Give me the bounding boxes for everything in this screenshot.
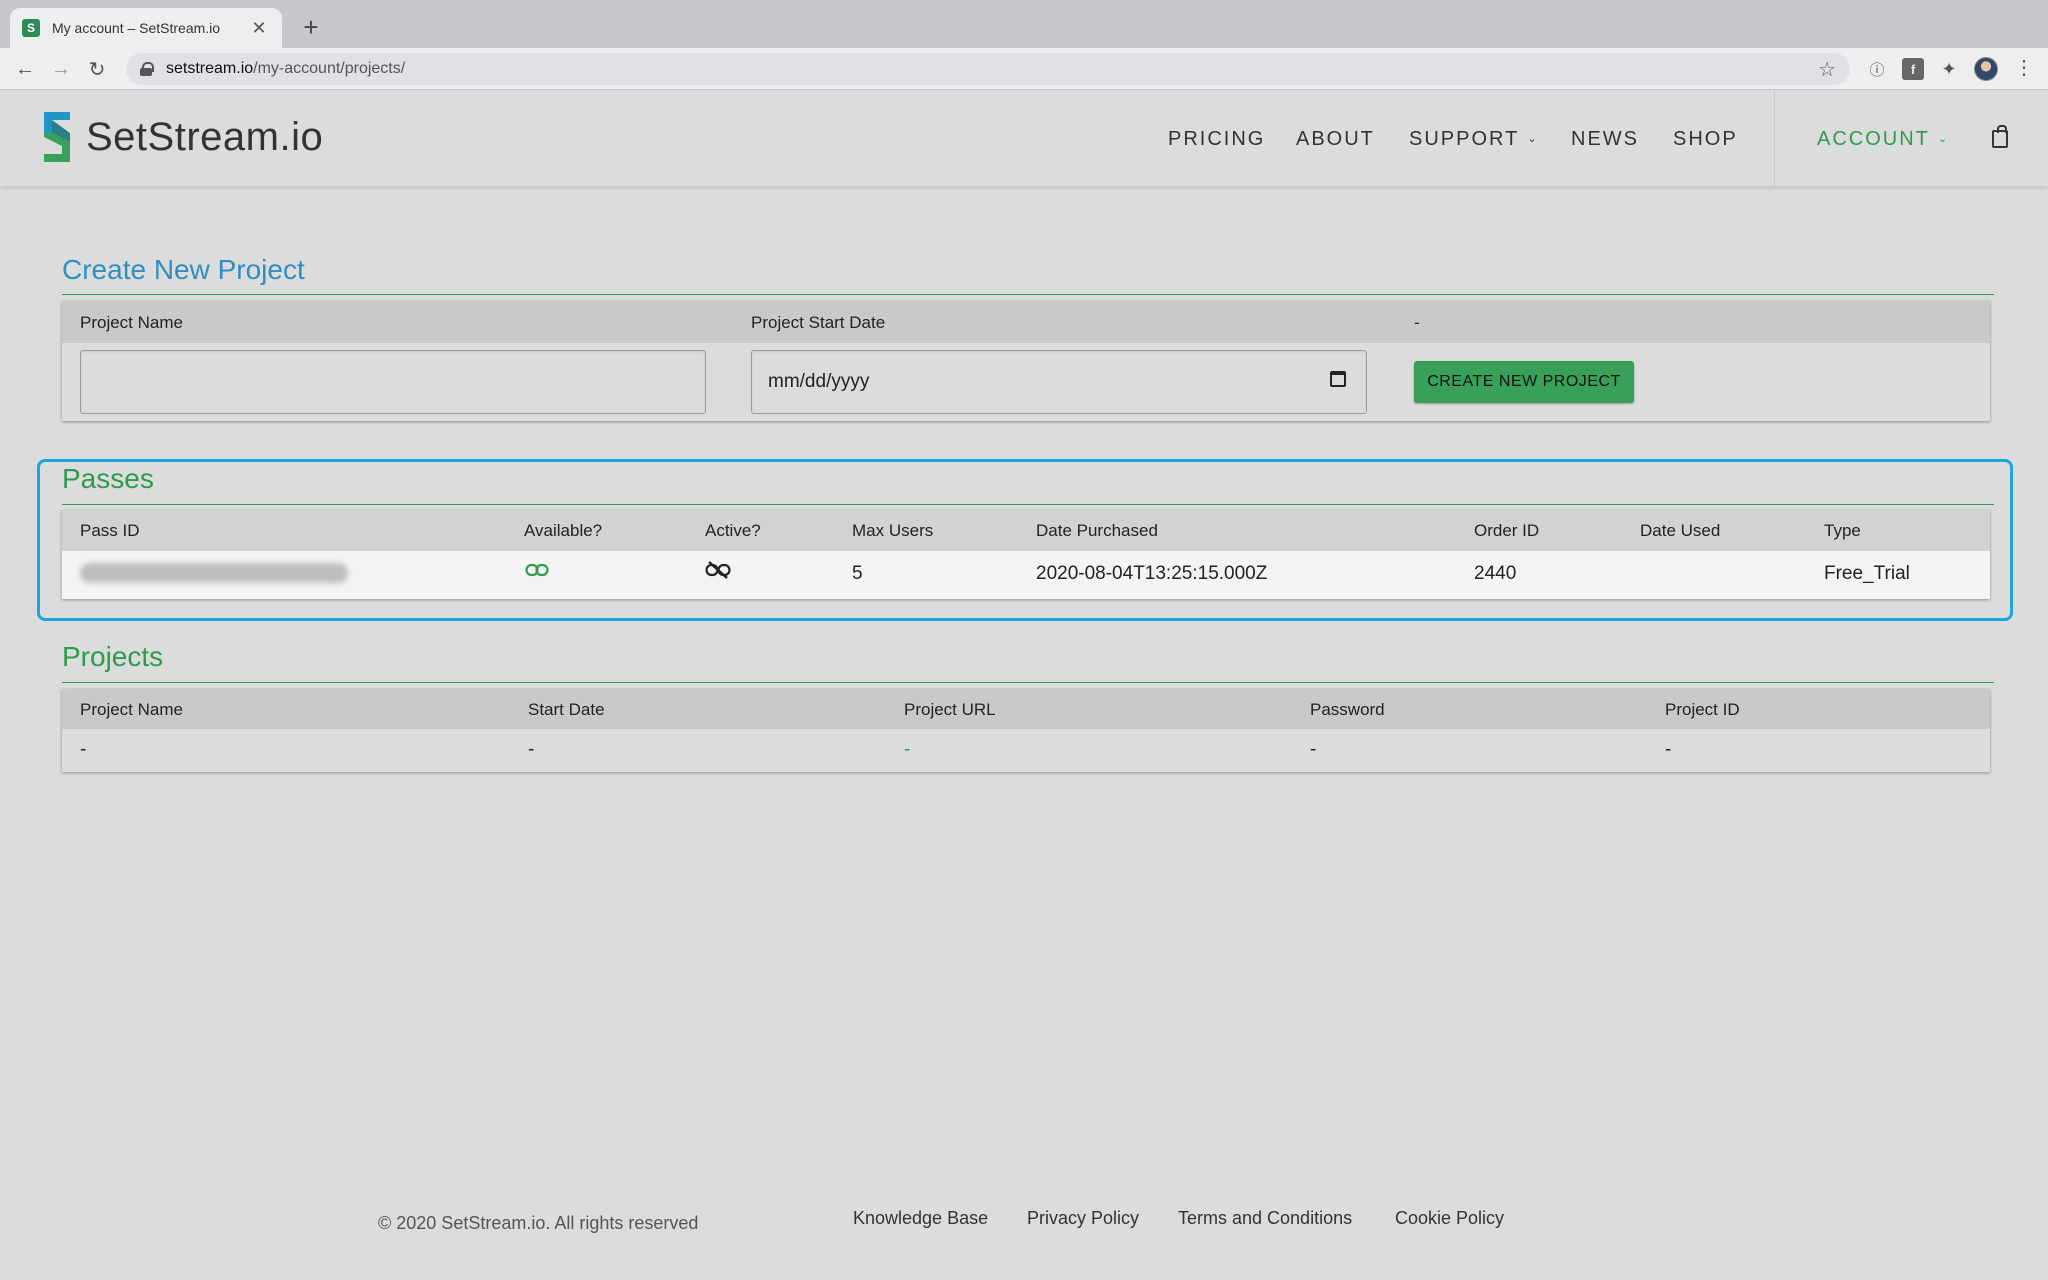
project-url-link[interactable]: -	[904, 739, 910, 761]
col-date-purchased: Date Purchased	[1036, 521, 1158, 540]
logo-text: SetStream.io	[86, 114, 324, 159]
passes-title: Passes	[62, 463, 154, 494]
col-project-start-date: Project Start Date	[751, 313, 886, 332]
url-host: setstream.io	[166, 60, 254, 77]
col-type: Type	[1824, 521, 1861, 540]
password-value: -	[1310, 739, 1317, 760]
chevron-down-icon: ⌄	[1527, 133, 1539, 145]
project-name-input[interactable]	[80, 350, 706, 414]
create-new-project-button[interactable]: CREATE NEW PROJECT	[1414, 361, 1634, 403]
col-active: Active?	[705, 521, 761, 540]
new-tab-icon[interactable]: +	[296, 12, 326, 42]
browser-toolbar: ← → ↻ setstream.io/my-account/projects/ …	[0, 48, 2048, 90]
passes-rule	[62, 504, 1994, 505]
calendar-icon[interactable]	[1330, 371, 1346, 387]
link-icon[interactable]	[525, 563, 549, 577]
chevron-down-icon: ⌄	[1937, 133, 1950, 145]
site-logo[interactable]: SetStream.io	[34, 108, 323, 166]
col-project-id: Project ID	[1665, 700, 1740, 719]
nav-account[interactable]: ACCOUNT ⌄	[1817, 128, 1949, 151]
tab-title: My account – SetStream.io	[52, 20, 221, 36]
nav-support-label: SUPPORT	[1409, 128, 1520, 150]
close-tab-icon[interactable]: ✕	[248, 18, 270, 39]
col-project-name: Project Name	[80, 700, 183, 719]
col-project-name: Project Name	[80, 313, 183, 332]
url-path: /my-account/projects/	[253, 60, 406, 77]
address-bar[interactable]: setstream.io/my-account/projects/ ☆	[126, 53, 1850, 85]
order-id-value: 2440	[1474, 563, 1517, 584]
reload-icon[interactable]: ↻	[82, 54, 112, 84]
nav-support[interactable]: SUPPORT ⌄	[1409, 128, 1539, 151]
nav-shop[interactable]: SHOP	[1673, 128, 1738, 151]
forward-icon[interactable]: →	[46, 54, 76, 84]
type-value: Free_Trial	[1824, 563, 1910, 584]
project-id-value: -	[1665, 739, 1672, 760]
projects-table: Project Name Start Date Project URL Pass…	[62, 689, 1990, 772]
project-start-date-input[interactable]: mm/dd/yyyy	[751, 350, 1367, 414]
start-date-value: -	[528, 739, 535, 760]
col-date-used: Date Used	[1640, 521, 1721, 540]
col-start-date: Start Date	[528, 700, 605, 719]
projects-header-row: Project Name Start Date Project URL Pass…	[62, 689, 1990, 729]
extension-info-icon[interactable]: ⓘ	[1866, 58, 1888, 80]
back-icon[interactable]: ←	[10, 54, 40, 84]
footer-link-privacy-policy[interactable]: Privacy Policy	[1027, 1208, 1139, 1229]
setstream-logo-icon	[44, 112, 70, 162]
col-max-users: Max Users	[852, 521, 934, 540]
footer-link-knowledge-base[interactable]: Knowledge Base	[853, 1208, 988, 1229]
create-project-header-row: Project Name Project Start Date -	[62, 301, 1990, 343]
browser-tabstrip: S My account – SetStream.io ✕ +	[0, 0, 2048, 48]
browser-menu-icon[interactable]: ⋮	[2014, 56, 2034, 80]
col-password: Password	[1310, 700, 1385, 719]
passes-table: Pass ID Available? Active? Max Users Dat…	[62, 510, 1990, 599]
site-favicon-icon: S	[22, 19, 40, 37]
create-project-rule	[62, 294, 1994, 295]
pass-id-redacted	[80, 563, 348, 583]
nav-account-label: ACCOUNT	[1817, 128, 1930, 150]
col-action: -	[1414, 313, 1420, 332]
extensions-puzzle-icon[interactable]: ✦	[1938, 58, 1960, 80]
browser-tab[interactable]: S My account – SetStream.io ✕	[10, 8, 282, 48]
col-project-url: Project URL	[904, 700, 996, 719]
profile-avatar[interactable]	[1974, 57, 1998, 81]
passes-header-row: Pass ID Available? Active? Max Users Dat…	[62, 510, 1990, 551]
link-off-icon[interactable]	[705, 561, 731, 579]
footer-link-terms[interactable]: Terms and Conditions	[1178, 1208, 1352, 1229]
bookmark-star-icon[interactable]: ☆	[1818, 57, 1836, 82]
lock-icon	[140, 62, 154, 76]
projects-rule	[62, 682, 1994, 683]
date-placeholder: mm/dd/yyyy	[768, 371, 870, 392]
shopping-bag-icon[interactable]	[1992, 125, 2008, 148]
max-users-value: 5	[852, 563, 863, 584]
col-order-id: Order ID	[1474, 521, 1540, 540]
projects-title: Projects	[62, 641, 164, 672]
create-project-title: Create New Project	[62, 254, 305, 285]
project-name-value: -	[80, 739, 87, 760]
col-pass-id: Pass ID	[80, 521, 140, 540]
site-header: SetStream.io PRICING ABOUT SUPPORT ⌄ NEWS…	[0, 90, 2048, 186]
date-purchased-value: 2020-08-04T13:25:15.000Z	[1036, 563, 1268, 584]
nav-pricing[interactable]: PRICING	[1168, 128, 1265, 151]
extension-facebook-icon[interactable]: f	[1902, 58, 1924, 80]
nav-news[interactable]: NEWS	[1571, 128, 1639, 151]
col-available: Available?	[524, 521, 603, 540]
nav-about[interactable]: ABOUT	[1296, 128, 1375, 151]
footer-link-cookie-policy[interactable]: Cookie Policy	[1395, 1208, 1504, 1229]
footer-copyright: © 2020 SetStream.io. All rights reserved	[378, 1213, 699, 1233]
nav-divider	[1774, 90, 1775, 186]
